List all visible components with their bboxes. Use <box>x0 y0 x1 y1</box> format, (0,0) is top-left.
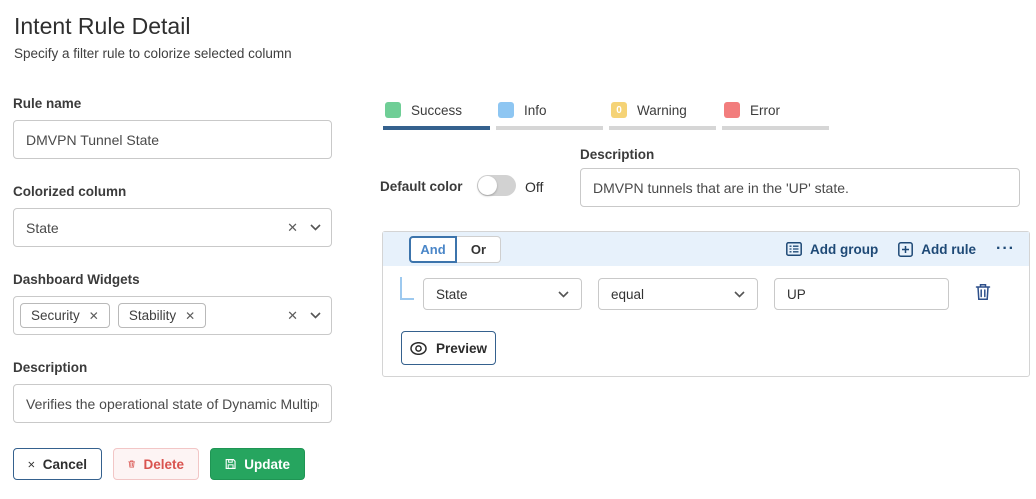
page-subtitle: Specify a filter rule to colorize select… <box>14 46 292 61</box>
tab-warning[interactable]: 0 Warning <box>609 100 716 130</box>
tab-underline <box>609 126 716 130</box>
rule-field-value: State <box>436 287 468 302</box>
tab-badge: 0 <box>616 105 622 116</box>
toggle-knob <box>478 176 497 195</box>
colorized-column-label: Colorized column <box>13 184 332 199</box>
remove-tag-icon[interactable]: ✕ <box>89 309 99 323</box>
delete-rule-icon[interactable] <box>975 283 991 306</box>
description-field-group: Description <box>13 360 332 423</box>
chevron-down-icon[interactable] <box>310 224 321 231</box>
preview-button[interactable]: Preview <box>401 331 496 365</box>
add-rule-label: Add rule <box>921 242 976 257</box>
default-color-toggle[interactable] <box>477 175 516 196</box>
default-color-label: Default color <box>380 179 463 194</box>
rule-field-select[interactable]: State <box>423 278 582 310</box>
intent-rule-detail-page: Intent Rule Detail Specify a filter rule… <box>0 0 1036 499</box>
list-icon <box>786 242 802 256</box>
delete-button[interactable]: Delete <box>113 448 199 480</box>
clear-icon[interactable]: ✕ <box>287 309 298 322</box>
query-builder-header: And Or Add group Add rule ··· <box>383 232 1029 266</box>
plus-square-icon <box>898 242 913 257</box>
cancel-label: Cancel <box>43 457 87 472</box>
tag-label: Stability <box>129 308 176 323</box>
or-button[interactable]: Or <box>457 236 501 263</box>
rule-operator-select[interactable]: equal <box>598 278 758 310</box>
preview-label: Preview <box>436 341 487 356</box>
tab-label: Warning <box>637 103 687 118</box>
colorized-column-value: State <box>26 220 59 236</box>
widget-tag-security: Security ✕ <box>20 303 110 328</box>
remove-tag-icon[interactable]: ✕ <box>185 309 195 323</box>
colorized-column-select[interactable]: State ✕ <box>13 208 332 247</box>
chevron-down-icon[interactable] <box>310 312 321 319</box>
success-swatch-icon <box>385 102 401 118</box>
rule-connector <box>400 277 414 300</box>
trash-icon <box>128 457 135 471</box>
save-icon <box>225 457 236 471</box>
delete-label: Delete <box>143 457 184 472</box>
cancel-button[interactable]: Cancel <box>13 448 102 480</box>
default-color-state: Off <box>525 179 543 195</box>
description-label: Description <box>13 360 332 375</box>
dashboard-widgets-multiselect[interactable]: Security ✕ Stability ✕ ✕ <box>13 296 332 335</box>
warning-swatch-icon: 0 <box>611 102 627 118</box>
info-swatch-icon <box>498 102 514 118</box>
dashboard-widgets-label: Dashboard Widgets <box>13 272 332 287</box>
tag-label: Security <box>31 308 80 323</box>
update-button[interactable]: Update <box>210 448 305 480</box>
tab-success[interactable]: Success <box>383 100 490 130</box>
add-group-button[interactable]: Add group <box>786 242 878 257</box>
eye-icon <box>410 342 427 355</box>
rule-value-input[interactable] <box>774 278 949 310</box>
color-tabs: Success Info 0 Warning Error <box>383 100 829 130</box>
description-input[interactable] <box>13 384 332 423</box>
rule-name-input[interactable] <box>13 120 332 159</box>
add-rule-button[interactable]: Add rule <box>898 242 976 257</box>
tab-underline <box>383 126 490 130</box>
page-title: Intent Rule Detail <box>14 13 190 40</box>
update-label: Update <box>244 457 290 472</box>
and-button[interactable]: And <box>409 236 457 263</box>
tab-label: Error <box>750 103 780 118</box>
close-icon <box>28 458 35 471</box>
more-menu-button[interactable]: ··· <box>996 246 1015 252</box>
clear-icon[interactable]: ✕ <box>287 221 298 234</box>
rule-name-field-group: Rule name <box>13 96 332 159</box>
query-builder: And Or Add group Add rule ··· State <box>382 231 1030 377</box>
dashboard-widgets-field-group: Dashboard Widgets Security ✕ Stability ✕… <box>13 272 332 335</box>
rule-operator-value: equal <box>611 287 644 302</box>
rule-description-label: Description <box>580 147 654 162</box>
tab-label: Info <box>524 103 547 118</box>
widget-tag-stability: Stability ✕ <box>118 303 206 328</box>
tab-error[interactable]: Error <box>722 100 829 130</box>
tab-info[interactable]: Info <box>496 100 603 130</box>
error-swatch-icon <box>724 102 740 118</box>
colorized-column-field-group: Colorized column State ✕ <box>13 184 332 247</box>
and-or-toggle-group: And Or <box>409 236 501 263</box>
rule-description-input[interactable] <box>580 168 1020 207</box>
tab-label: Success <box>411 103 462 118</box>
tab-underline <box>496 126 603 130</box>
footer-actions: Cancel Delete Update <box>13 448 305 480</box>
chevron-down-icon[interactable] <box>734 291 745 298</box>
rule-name-label: Rule name <box>13 96 332 111</box>
add-group-label: Add group <box>810 242 878 257</box>
tab-underline <box>722 126 829 130</box>
chevron-down-icon[interactable] <box>558 291 569 298</box>
